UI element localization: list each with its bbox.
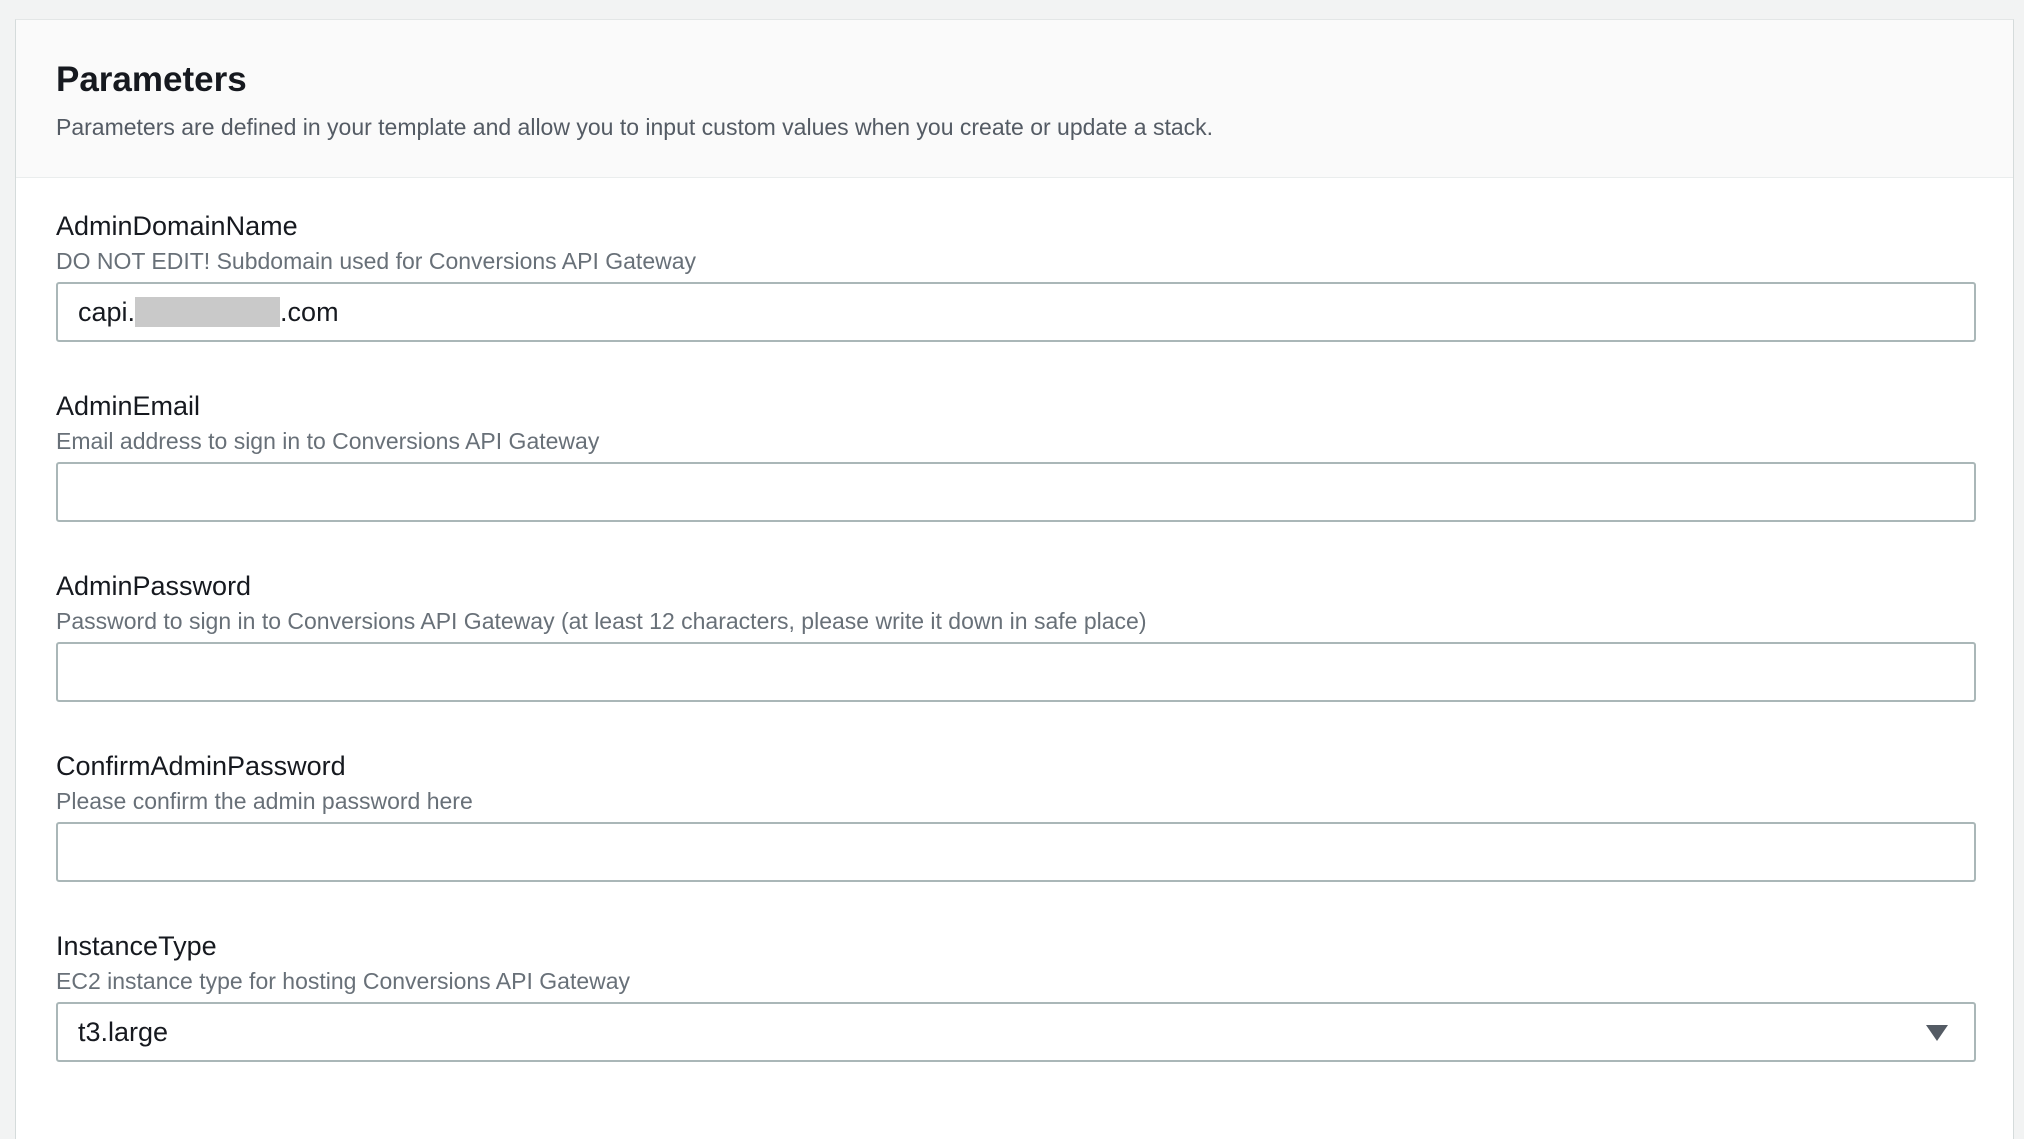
instance-type-select[interactable]: t3.large [56, 1002, 1976, 1062]
confirm-admin-password-input[interactable] [56, 822, 1976, 882]
field-label: InstanceType [56, 931, 217, 961]
parameter-fields: AdminDomainName DO NOT EDIT! Subdomain u… [16, 178, 2013, 1062]
admin-domain-name-input[interactable]: capi. .com [56, 282, 1976, 342]
admin-password-input[interactable] [56, 642, 1976, 702]
field-confirm-admin-password: ConfirmAdminPassword Please confirm the … [56, 750, 1976, 882]
domain-suffix: .com [280, 296, 339, 327]
caret-down-icon[interactable] [1926, 1025, 1948, 1041]
panel-header: Parameters Parameters are defined in you… [16, 20, 2013, 178]
instance-type-selected-value: t3.large [78, 1016, 169, 1047]
field-description: EC2 instance type for hosting Conversion… [56, 968, 631, 994]
redacted-block [135, 297, 281, 327]
admin-email-input[interactable] [56, 462, 1976, 522]
field-description: DO NOT EDIT! Subdomain used for Conversi… [56, 248, 697, 274]
field-label: AdminEmail [56, 391, 201, 421]
field-label: AdminDomainName [56, 211, 298, 241]
parameters-panel: Parameters Parameters are defined in you… [15, 19, 2014, 1139]
panel-title: Parameters [56, 60, 247, 99]
field-description: Email address to sign in to Conversions … [56, 428, 600, 454]
field-label: ConfirmAdminPassword [56, 751, 346, 781]
field-admin-domain-name: AdminDomainName DO NOT EDIT! Subdomain u… [56, 210, 1976, 342]
field-admin-email: AdminEmail Email address to sign in to C… [56, 390, 1976, 522]
field-admin-password: AdminPassword Password to sign in to Con… [56, 570, 1976, 702]
field-instance-type: InstanceType EC2 instance type for hosti… [56, 930, 1976, 1062]
field-label: AdminPassword [56, 571, 252, 601]
panel-description: Parameters are defined in your template … [56, 114, 1214, 140]
domain-prefix: capi. [78, 296, 136, 327]
field-description: Password to sign in to Conversions API G… [56, 608, 1147, 634]
field-description: Please confirm the admin password here [56, 788, 473, 814]
